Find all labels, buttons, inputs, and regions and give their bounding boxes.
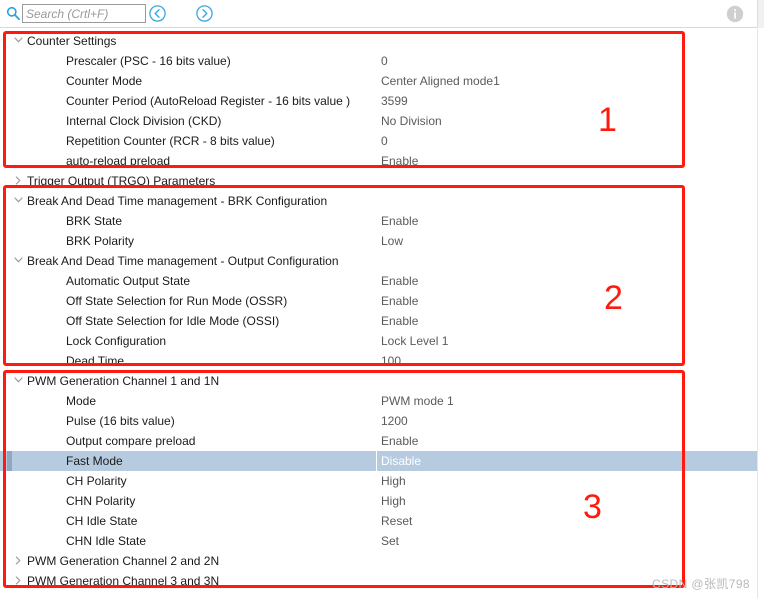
tree-property-row[interactable]: Dead Time 100 — [0, 351, 764, 371]
tree-group-row[interactable]: Counter Settings — [0, 31, 764, 51]
property-value[interactable]: Enable — [381, 431, 418, 451]
tree-group-row[interactable]: PWM Generation Channel 2 and 2N — [0, 551, 764, 571]
property-label: Dead Time — [66, 354, 125, 368]
tree-property-row[interactable]: BRK Polarity Low — [0, 231, 764, 251]
property-value[interactable]: Enable — [381, 291, 418, 311]
chevron-right-icon[interactable] — [12, 551, 24, 571]
tree-group-label: PWM Generation Channel 1 and 1N — [27, 374, 220, 388]
tree-property-row[interactable]: Mode PWM mode 1 — [0, 391, 764, 411]
chevron-right-icon[interactable] — [12, 571, 24, 591]
tree-property-row[interactable]: Off State Selection for Run Mode (OSSR) E… — [0, 291, 764, 311]
property-value[interactable]: Enable — [381, 311, 418, 331]
property-label: Counter Mode — [66, 74, 143, 88]
chevron-down-icon[interactable] — [12, 191, 24, 211]
property-label: BRK Polarity — [66, 234, 135, 248]
tree-group-label: Break And Dead Time management - Output … — [27, 254, 339, 268]
tree-property-row[interactable]: auto-reload preload Enable — [0, 151, 764, 171]
property-label: Off State Selection for Run Mode (OSSR) — [66, 294, 288, 308]
property-value[interactable]: Disable — [376, 451, 421, 471]
tree-property-row[interactable]: Off State Selection for Idle Mode (OSSI)… — [0, 311, 764, 331]
tree-property-row[interactable]: Lock Configuration Lock Level 1 — [0, 331, 764, 351]
tree-property-row[interactable]: CH Idle State Reset — [0, 511, 764, 531]
tree-group-row[interactable]: Break And Dead Time management - Output … — [0, 251, 764, 271]
property-value[interactable]: High — [381, 471, 406, 491]
property-label: Pulse (16 bits value) — [66, 414, 175, 428]
property-value[interactable]: Reset — [381, 511, 412, 531]
search-input[interactable] — [22, 4, 146, 23]
tree-property-row[interactable]: Repetition Counter (RCR - 8 bits value) 0 — [0, 131, 764, 151]
property-label: auto-reload preload — [66, 154, 171, 168]
tree-property-row[interactable]: Output compare preload Enable — [0, 431, 764, 451]
chevron-down-icon[interactable] — [12, 31, 24, 51]
tree-group-label: Break And Dead Time management - BRK Con… — [27, 194, 328, 208]
tree-property-row[interactable]: CH Polarity High — [0, 471, 764, 491]
property-label: BRK State — [66, 214, 123, 228]
property-label: CHN Idle State — [66, 534, 147, 548]
tree-group-row[interactable]: PWM Generation Channel 3 and 3N — [0, 571, 764, 591]
property-label: CH Polarity — [66, 474, 127, 488]
property-value[interactable]: Enable — [381, 151, 418, 171]
next-match-button[interactable] — [195, 4, 214, 23]
chevron-down-icon[interactable] — [12, 371, 24, 391]
tree-group-row[interactable]: Break And Dead Time management - BRK Con… — [0, 191, 764, 211]
property-label: Lock Configuration — [66, 334, 167, 348]
property-value[interactable]: PWM mode 1 — [381, 391, 454, 411]
property-label: Repetition Counter (RCR - 8 bits value) — [66, 134, 275, 148]
property-value[interactable]: 0 — [381, 131, 388, 151]
property-value[interactable]: Set — [381, 531, 399, 551]
property-value[interactable]: 100 — [381, 351, 401, 371]
tree-property-row[interactable]: Counter Mode Center Aligned mode1 — [0, 71, 764, 91]
toolbar-right-edge — [757, 0, 764, 28]
tree-property-row[interactable]: Automatic Output State Enable — [0, 271, 764, 291]
property-label: CHN Polarity — [66, 494, 136, 508]
search-icon — [6, 6, 20, 21]
property-value[interactable]: Lock Level 1 — [381, 331, 448, 351]
tree-group-row[interactable]: PWM Generation Channel 1 and 1N — [0, 371, 764, 391]
toolbar — [0, 0, 764, 28]
selection-marker — [7, 451, 12, 471]
tree-property-row[interactable]: CHN Polarity High — [0, 491, 764, 511]
previous-match-button[interactable] — [148, 4, 167, 23]
property-value[interactable]: High — [381, 491, 406, 511]
info-icon[interactable] — [726, 5, 744, 23]
tree-property-row-selected[interactable]: Fast Mode Disable — [0, 451, 764, 471]
property-value[interactable]: Center Aligned mode1 — [381, 71, 500, 91]
property-label: Output compare preload — [66, 434, 196, 448]
property-label: Fast Mode — [66, 454, 123, 468]
property-value[interactable]: 1200 — [381, 411, 408, 431]
chevron-right-icon[interactable] — [12, 171, 24, 191]
tree-property-row[interactable]: BRK State Enable — [0, 211, 764, 231]
tree-group-row[interactable]: Trigger Output (TRGO) Parameters — [0, 171, 764, 191]
property-label: Counter Period (AutoReload Register - 16… — [66, 94, 351, 108]
tree-property-row[interactable]: CHN Idle State Set — [0, 531, 764, 551]
property-tree: Counter Settings Prescaler (PSC - 16 bits… — [0, 29, 764, 598]
tree-group-label: Counter Settings — [27, 34, 117, 48]
tree-group-label: Trigger Output (TRGO) Parameters — [27, 174, 216, 188]
tree-property-row[interactable]: Internal Clock Division (CKD) No Division — [0, 111, 764, 131]
property-label: Internal Clock Division (CKD) — [66, 114, 222, 128]
property-label: Automatic Output State — [66, 274, 191, 288]
property-value[interactable]: 0 — [381, 51, 388, 71]
tree-property-row[interactable]: Counter Period (AutoReload Register - 16… — [0, 91, 764, 111]
property-value[interactable]: Enable — [381, 211, 418, 231]
tree-group-label: PWM Generation Channel 2 and 2N — [27, 554, 220, 568]
property-value[interactable]: Enable — [381, 271, 418, 291]
tree-group-label: PWM Generation Channel 3 and 3N — [27, 574, 220, 588]
property-label: Mode — [66, 394, 97, 408]
tree-property-row[interactable]: Pulse (16 bits value) 1200 — [0, 411, 764, 431]
chevron-down-icon[interactable] — [12, 251, 24, 271]
property-value[interactable]: No Division — [381, 111, 442, 131]
property-value[interactable]: 3599 — [381, 91, 408, 111]
property-label: Prescaler (PSC - 16 bits value) — [66, 54, 231, 68]
right-gutter — [757, 29, 764, 598]
property-label: Off State Selection for Idle Mode (OSSI) — [66, 314, 280, 328]
property-label: CH Idle State — [66, 514, 138, 528]
tree-property-row[interactable]: Prescaler (PSC - 16 bits value) 0 — [0, 51, 764, 71]
property-value[interactable]: Low — [381, 231, 403, 251]
